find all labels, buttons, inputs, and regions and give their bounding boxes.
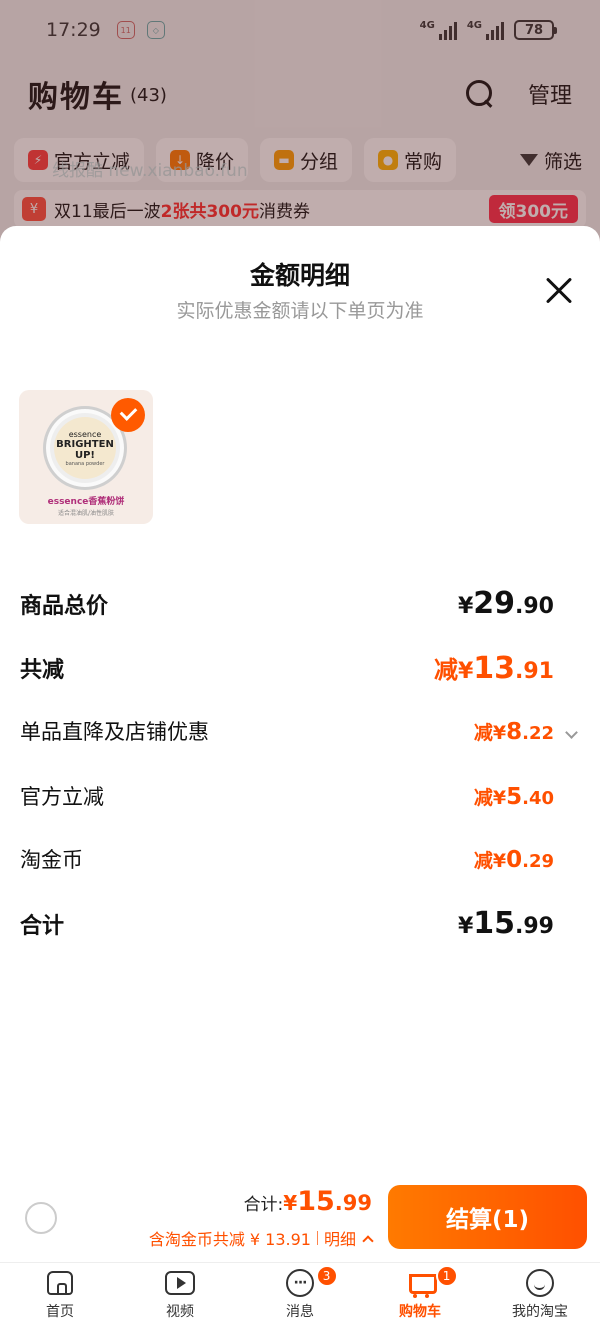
store-discount-amount: 减 ¥8.22 <box>474 718 578 745</box>
chevron-up-icon <box>362 1234 374 1247</box>
tab-my-taobao[interactable]: 我的淘宝 <box>480 1263 600 1327</box>
total-label: 合计 <box>20 913 65 939</box>
official-discount-label: 官方立减 <box>20 785 104 809</box>
total-row: 合计 ¥15.99 <box>20 906 554 941</box>
cart-badge: 1 <box>435 1265 458 1287</box>
checkout-total: 合计: ¥ 15 .99 <box>243 1186 372 1217</box>
message-icon: ··· <box>286 1269 314 1297</box>
official-discount-amount: 减 ¥5.40 <box>473 783 554 810</box>
video-icon <box>165 1271 195 1295</box>
divider <box>316 1231 318 1245</box>
tab-home[interactable]: 首页 <box>0 1263 120 1327</box>
product-note: 适合混油肌/油性肌肤 <box>57 510 115 517</box>
message-badge: 3 <box>315 1265 338 1287</box>
profile-icon <box>526 1269 554 1297</box>
checkout-button[interactable]: 结算(1) <box>388 1185 587 1249</box>
total-amount: ¥15.99 <box>457 906 554 941</box>
sheet-subtitle: 实际优惠金额请以下单页为准 <box>176 300 424 322</box>
amount-detail-sheet: 金额明细 实际优惠金额请以下单页为准 essence BRIGHTEN UP! … <box>0 226 600 1327</box>
product-thumbnail[interactable]: essence BRIGHTEN UP! banana powder essen… <box>19 390 153 524</box>
coins-label: 淘金币 <box>20 848 83 872</box>
discount-total-row: 共减 减 ¥13.91 <box>20 650 554 686</box>
detail-link[interactable]: 明细 <box>324 1226 356 1250</box>
home-icon <box>47 1271 73 1295</box>
coins-row: 淘金币 减 ¥0.29 <box>20 844 554 874</box>
tab-messages[interactable]: ··· 3 消息 <box>240 1263 360 1327</box>
subtotal-row: 商品总价 ¥29.90 <box>20 586 554 621</box>
sheet-title: 金额明细 <box>249 261 350 290</box>
store-discount-label: 单品直降及店铺优惠 <box>20 720 209 744</box>
coins-amount: 减 ¥0.29 <box>473 846 554 873</box>
overlay-dim[interactable] <box>0 0 600 260</box>
bottom-tab-bar: 首页 视频 ··· 3 消息 1 购物车 我的淘宝 <box>0 1262 600 1327</box>
official-discount-row: 官方立减 减 ¥5.40 <box>20 781 554 811</box>
subtotal-amount: ¥29.90 <box>457 586 554 621</box>
discount-total-label: 共减 <box>20 658 65 683</box>
tab-cart[interactable]: 1 购物车 <box>360 1263 480 1327</box>
subtotal-label: 商品总价 <box>20 593 109 619</box>
checkout-discount-detail[interactable]: 含淘金币共减 ¥ 13.91 明细 <box>148 1226 374 1250</box>
select-all-radio[interactable] <box>25 1202 57 1234</box>
close-icon[interactable] <box>544 276 574 306</box>
store-discount-row[interactable]: 单品直降及店铺优惠 减 ¥8.22 <box>20 716 578 746</box>
cart-icon <box>405 1272 437 1298</box>
chevron-down-icon[interactable] <box>565 725 578 739</box>
checkout-bar: 合计: ¥ 15 .99 含淘金币共减 ¥ 13.91 明细 结算(1) <box>0 1176 600 1260</box>
discount-summary: 含淘金币共减 ¥ 13.91 <box>148 1230 311 1249</box>
selected-check-icon[interactable] <box>111 398 145 432</box>
product-caption: essence香蕉粉饼 <box>47 497 125 507</box>
discount-total-amount: 减 ¥13.91 <box>433 651 554 686</box>
tab-video[interactable]: 视频 <box>120 1263 240 1327</box>
